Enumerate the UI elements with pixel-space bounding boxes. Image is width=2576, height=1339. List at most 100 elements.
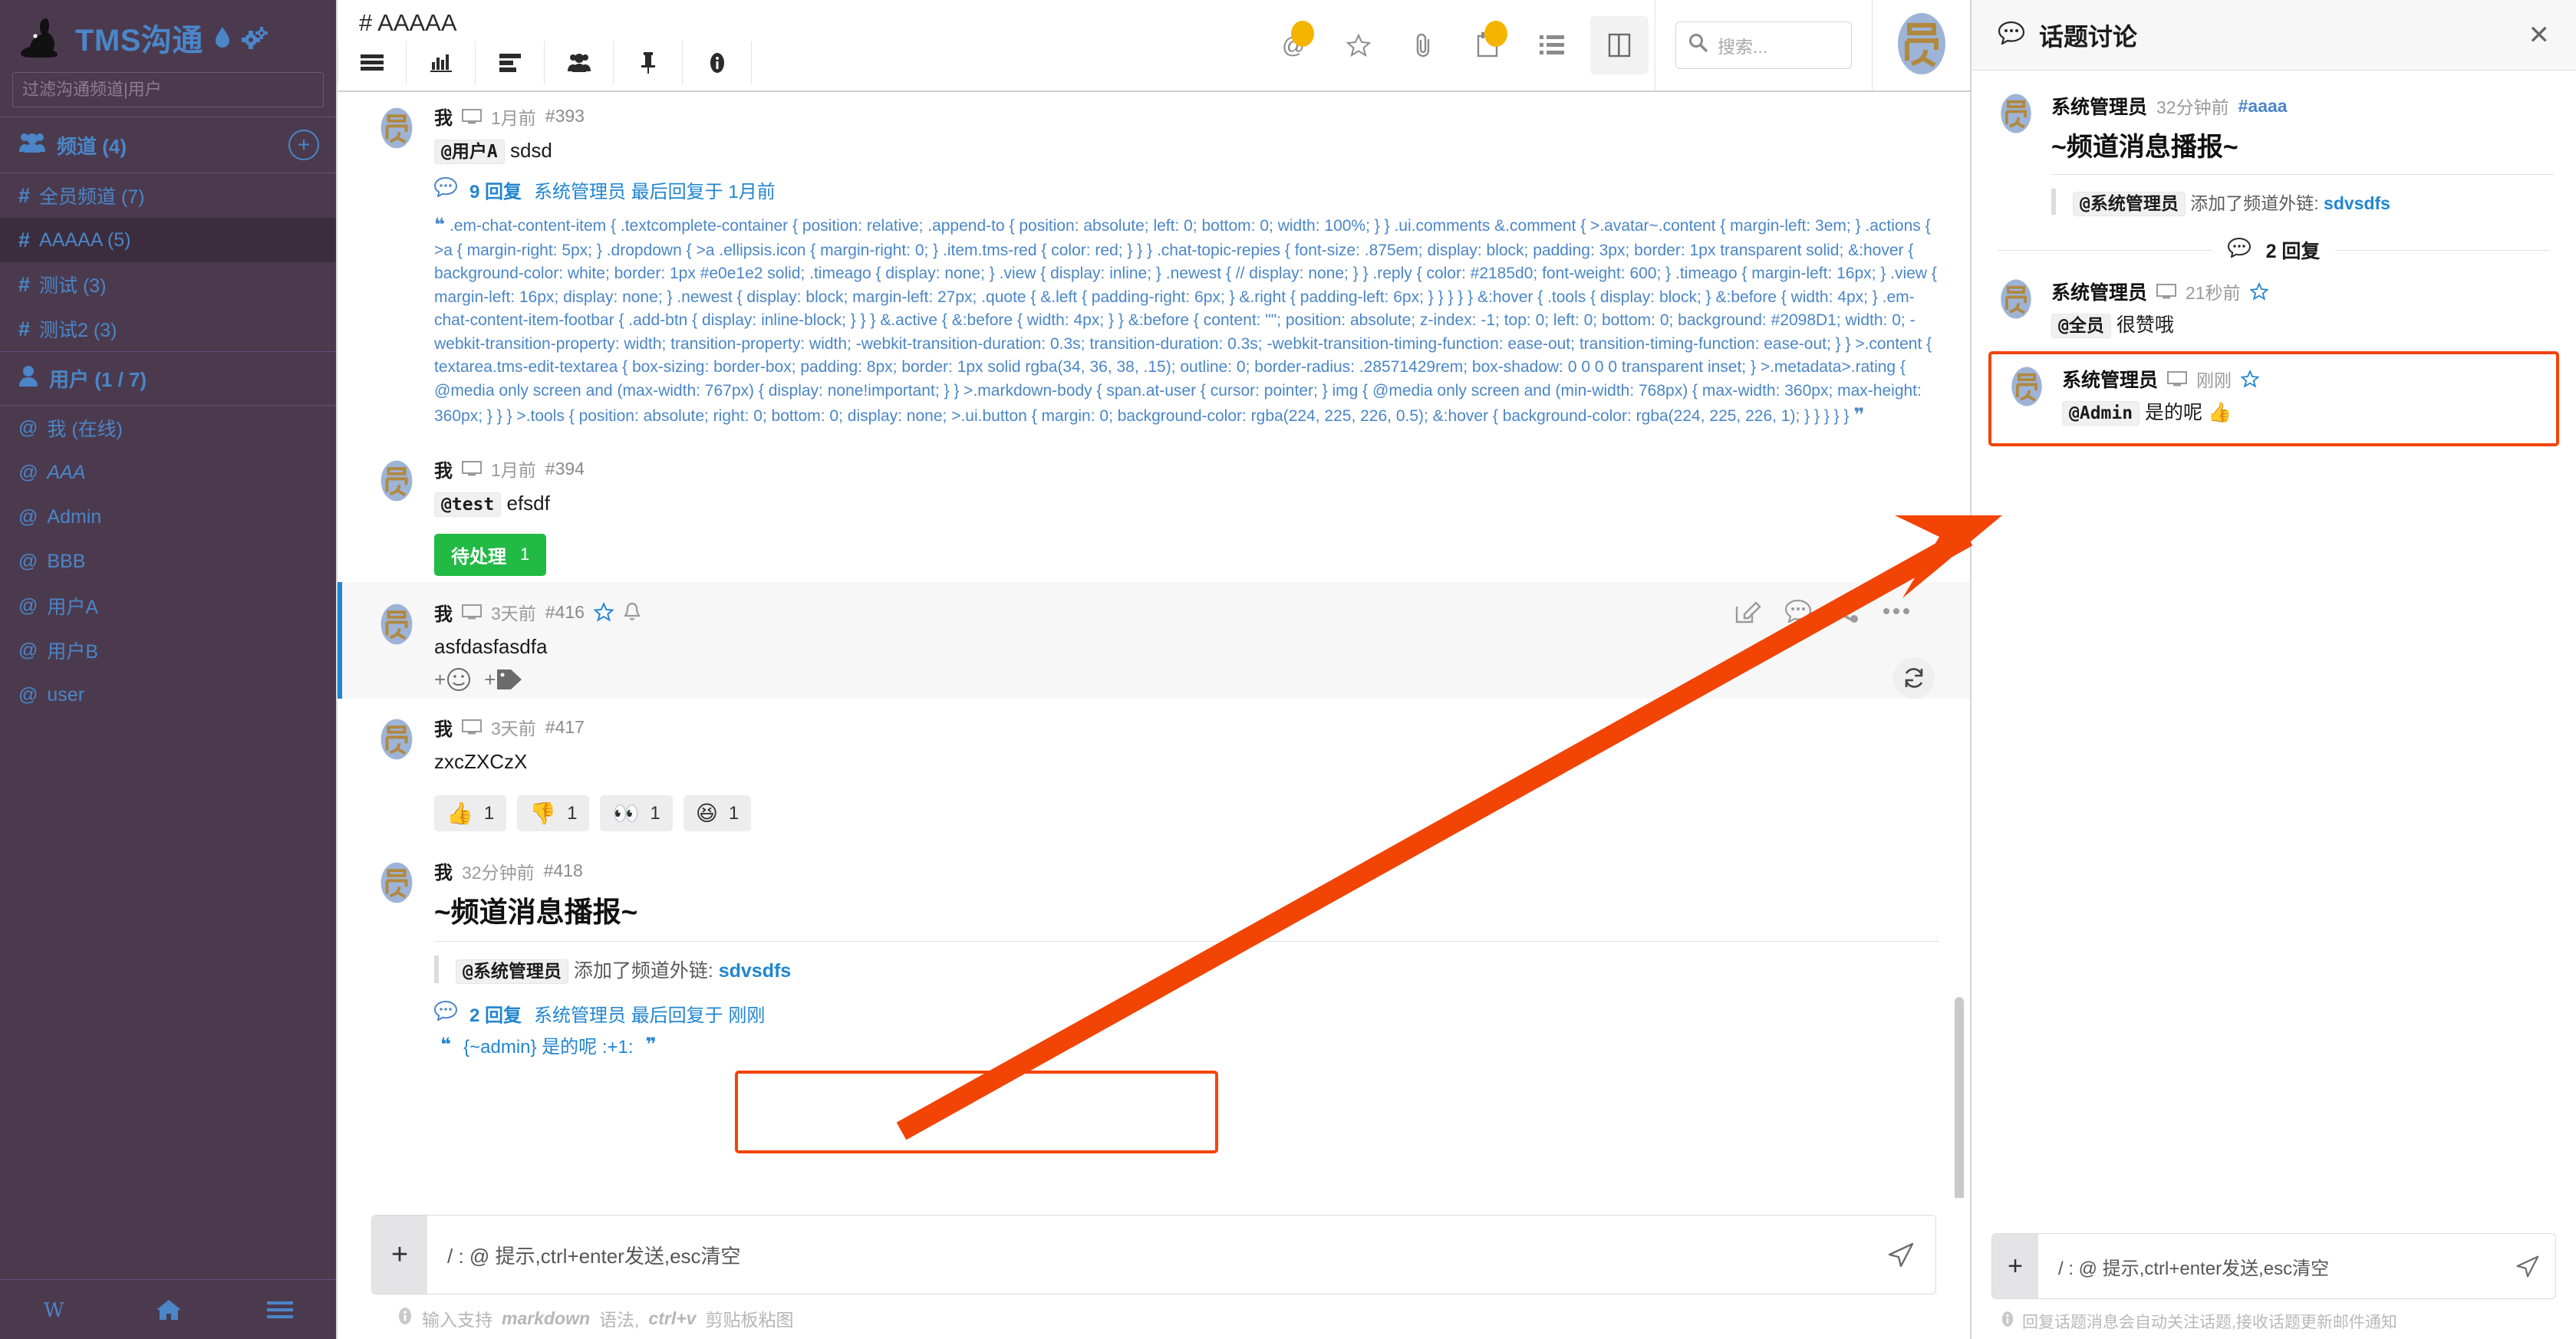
- reaction-chip[interactable]: 😆 1: [683, 795, 752, 832]
- pin-icon[interactable]: [614, 41, 683, 84]
- sidebar-user-item[interactable]: @ user: [0, 673, 336, 717]
- mention-icon[interactable]: @: [1262, 0, 1326, 91]
- user-label: Admin: [47, 505, 102, 528]
- divider-line: [2335, 249, 2551, 251]
- send-icon[interactable]: [1866, 1216, 1935, 1294]
- main-column: # AAAAA @ 搜索... 我 1月前 #393 @用户A sdsd 9 回…: [338, 0, 1970, 1339]
- message-author: 我: [434, 108, 453, 129]
- members-icon[interactable]: [545, 41, 614, 84]
- thread-replies-link[interactable]: 2 回复 系统管理员 最后回复于 刚刚: [433, 1000, 1939, 1027]
- message-input[interactable]: / : @ 提示,ctrl+enter发送,esc清空: [427, 1216, 1866, 1294]
- message-header: 我 3天前 #416: [434, 599, 1939, 626]
- bell-icon[interactable]: [623, 602, 641, 622]
- external-link[interactable]: sdvsdfs: [719, 960, 791, 982]
- close-icon[interactable]: ✕: [2528, 20, 2551, 51]
- sidebar-user-item[interactable]: @ 我 (在线): [0, 406, 336, 450]
- sidebar-footer: W: [0, 1279, 336, 1339]
- channel-link[interactable]: #aaaa: [2238, 96, 2288, 117]
- send-icon[interactable]: [2500, 1234, 2555, 1298]
- refresh-icon[interactable]: [1893, 656, 1935, 699]
- mention-chip[interactable]: @用户A: [434, 140, 505, 164]
- sidebar-channel-item[interactable]: # 全员频道 (7): [0, 173, 336, 218]
- desktop-icon: [462, 108, 482, 124]
- mention-chip[interactable]: @系统管理员: [456, 959, 568, 985]
- sidebar-user-item[interactable]: @ AAA: [0, 450, 336, 495]
- info-icon[interactable]: [683, 41, 752, 84]
- thread-message-input[interactable]: / : @ 提示,ctrl+enter发送,esc清空: [2038, 1234, 2500, 1298]
- reaction-chip[interactable]: 👀 1: [600, 795, 673, 832]
- info-icon: [397, 1307, 413, 1330]
- status-badge[interactable]: 待处理 1: [434, 533, 547, 576]
- edit-icon[interactable]: [1735, 599, 1761, 623]
- sidebar-user-item[interactable]: @ 用户A: [0, 584, 336, 628]
- reaction-chip[interactable]: 👎 1: [517, 795, 590, 832]
- message-list[interactable]: 我 1月前 #393 @用户A sdsd 9 回复 系统管理员 最后回复于 1月…: [338, 92, 1970, 1198]
- at-icon: @: [18, 550, 38, 572]
- settings-gears-icon[interactable]: [241, 26, 268, 49]
- star-icon[interactable]: [1326, 0, 1391, 91]
- thread-root-message: 系统管理员 32分钟前 #aaaa ~频道消息播报~ @系统管理员 添加了频道外…: [1972, 84, 2576, 222]
- add-emoji-icon[interactable]: +: [434, 666, 472, 693]
- sidebar-user-item[interactable]: @ 用户B: [0, 628, 336, 673]
- user-label: BBB: [47, 550, 86, 572]
- sidebar-user-item[interactable]: @ BBB: [0, 539, 336, 584]
- mention-chip[interactable]: @全员: [2051, 314, 2111, 338]
- search-icon: [1688, 33, 1708, 58]
- message-text: @全员 很赞哦: [2051, 313, 2555, 339]
- add-channel-button[interactable]: +: [288, 130, 319, 160]
- share-icon[interactable]: [1835, 599, 1860, 623]
- star-icon[interactable]: [2241, 369, 2260, 388]
- thread-panel-title-group: 话题讨论: [1998, 18, 2137, 53]
- comment-icon[interactable]: [1784, 599, 1812, 623]
- message-item: 我 1月前 #393 @用户A sdsd 9 回复 系统管理员 最后回复于 1月…: [338, 92, 1970, 436]
- desktop-icon: [462, 719, 482, 735]
- message-text-value: 很赞哦: [2116, 314, 2174, 336]
- list-icon[interactable]: [1520, 0, 1584, 91]
- split-panel-icon[interactable]: [1590, 16, 1649, 74]
- search-input[interactable]: 搜索...: [1675, 21, 1852, 69]
- thread-replies-link[interactable]: 9 回复 系统管理员 最后回复于 1月前: [433, 176, 1939, 203]
- sidebar-user-item[interactable]: @ Admin: [0, 495, 336, 539]
- menu-icon[interactable]: [338, 41, 407, 84]
- droplet-icon[interactable]: [214, 26, 231, 49]
- message-item: 我 1月前 #394 @test efsdf 待处理 1: [338, 436, 1970, 582]
- mention-chip[interactable]: @test: [434, 492, 502, 517]
- sidebar-channel-item[interactable]: # 测试2 (3): [0, 307, 336, 351]
- star-icon[interactable]: [593, 602, 614, 623]
- hamburger-menu-icon[interactable]: [267, 1301, 294, 1319]
- notes-icon[interactable]: [1455, 0, 1520, 91]
- channels-group-icon: [18, 132, 46, 159]
- home-icon[interactable]: [156, 1298, 182, 1321]
- divider-line: [1998, 249, 2212, 251]
- thread-title: ~频道消息播报~: [2051, 133, 2238, 162]
- attach-plus-button[interactable]: +: [1992, 1234, 2038, 1298]
- chart-icon[interactable]: [407, 41, 476, 84]
- message-text-value: sdsd: [509, 139, 552, 162]
- hash-icon: #: [18, 228, 31, 252]
- attach-plus-button[interactable]: +: [372, 1216, 427, 1294]
- thread-root-body: 系统管理员 32分钟前 #aaaa ~频道消息播报~ @系统管理员 添加了频道外…: [2051, 92, 2555, 216]
- sidebar-channel-item-active[interactable]: # AAAAA (5): [0, 218, 336, 262]
- divider: [2051, 174, 2555, 175]
- replies-count: 2 回复: [469, 1005, 522, 1027]
- paperclip-icon[interactable]: [1391, 0, 1455, 91]
- list-detail-icon[interactable]: [476, 41, 545, 84]
- add-tag-icon[interactable]: +: [484, 666, 523, 693]
- hint-ctrlv: ctrl+v: [648, 1308, 697, 1328]
- message-author: 我: [434, 604, 453, 625]
- filter-input[interactable]: [12, 72, 324, 107]
- composer-hint: 输入支持 markdown 语法, ctrl+v 剪贴板粘图: [371, 1295, 1936, 1331]
- ellipsis-icon[interactable]: [1883, 607, 1910, 616]
- thread-reply-preview[interactable]: ❝ {~admin} 是的呢 :+1: ❞: [440, 1031, 1939, 1058]
- sidebar-channel-item[interactable]: # 测试 (3): [0, 262, 336, 307]
- at-icon: @: [18, 505, 38, 528]
- reaction-chip[interactable]: 👍 1: [434, 795, 507, 832]
- mention-chip[interactable]: @Admin: [2062, 400, 2140, 426]
- user-avatar-button[interactable]: [1872, 0, 1970, 91]
- emoji-laugh-icon: 😆: [695, 801, 718, 826]
- mention-chip[interactable]: @系统管理员: [2073, 192, 2186, 216]
- star-icon[interactable]: [2249, 282, 2268, 301]
- wiki-icon[interactable]: W: [43, 1298, 71, 1321]
- message-scrollbar[interactable]: [1955, 997, 1964, 1198]
- external-link[interactable]: sdvsdfs: [2324, 193, 2390, 213]
